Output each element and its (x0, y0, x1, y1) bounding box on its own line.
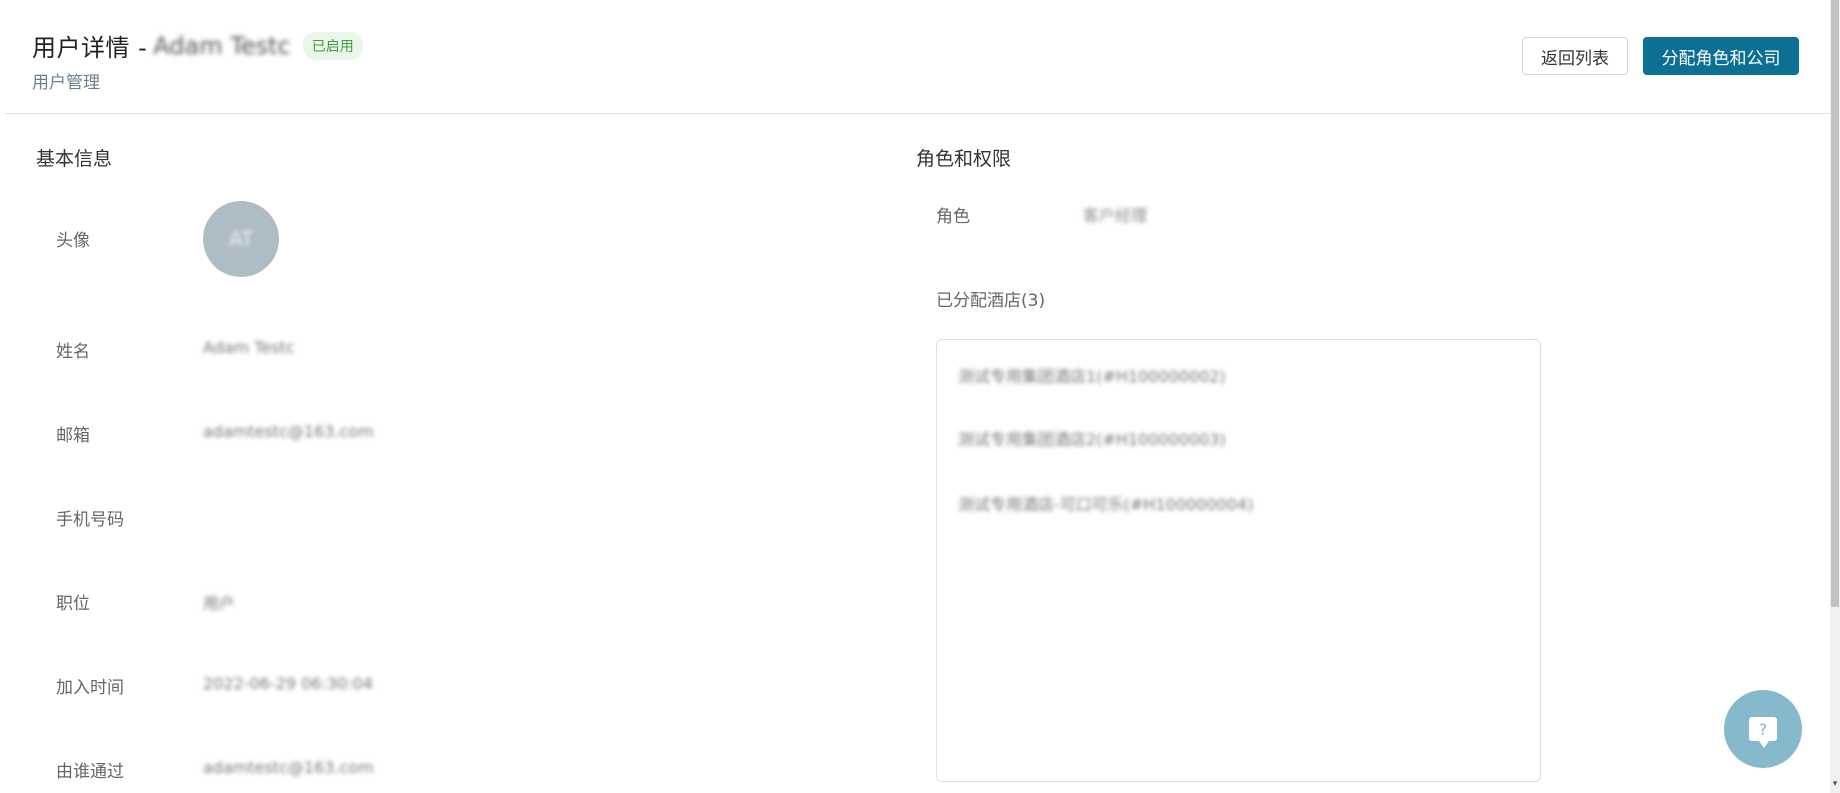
position-label: 职位 (56, 594, 90, 614)
basic-info-title: 基本信息 (36, 148, 113, 170)
breadcrumb[interactable]: 用户管理 (32, 68, 100, 93)
approved-by-label: 由谁通过 (56, 762, 124, 782)
email-value: adamtestc@163.com (203, 422, 374, 441)
role-label: 角色 (936, 207, 970, 227)
help-chat-icon: ? (1749, 717, 1777, 748)
avatar: AT (203, 201, 279, 277)
page-title-user-name: Adam Testc (153, 31, 291, 60)
name-value: Adam Testc (203, 338, 295, 357)
name-label: 姓名 (56, 342, 90, 362)
title-row: 用户详情 - Adam Testc 已启用 (32, 28, 363, 63)
join-time-label: 加入时间 (56, 678, 124, 698)
scroll-down-arrow-icon[interactable]: ▾ (1830, 779, 1840, 793)
list-item: 测试专用集团酒店1(#H100000002) (958, 367, 1226, 386)
list-item: 测试专用集团酒店2(#H100000003) (958, 430, 1226, 449)
help-icon-text: ? (1758, 719, 1768, 739)
help-button[interactable]: ? (1724, 690, 1802, 768)
assigned-hotels-list[interactable]: 测试专用集团酒店1(#H100000002) 测试专用集团酒店2(#H10000… (936, 339, 1541, 782)
approved-by-value: adamtestc@163.com (203, 758, 374, 777)
list-item: 测试专用酒店-可口可乐(#H100000004) (958, 495, 1254, 514)
avatar-label: 头像 (56, 231, 90, 251)
page-title: 用户详情 - (32, 34, 148, 62)
join-time-value: 2022-06-29 06:30:04 (203, 674, 373, 693)
scrollbar-thumb[interactable] (1831, 0, 1839, 607)
back-to-list-button[interactable]: 返回列表 (1522, 37, 1628, 75)
page-scrollbar[interactable]: ▾ (1830, 0, 1840, 793)
position-value: 用户 (203, 594, 236, 613)
user-detail-page: 用户详情 - Adam Testc 已启用 用户管理 返回列表 分配角色和公司 … (0, 0, 1840, 793)
email-label: 邮箱 (56, 426, 90, 446)
assigned-hotels-label: 已分配酒店(3) (936, 291, 1046, 311)
role-value: 客户经理 (1083, 206, 1148, 225)
assign-role-company-button[interactable]: 分配角色和公司 (1643, 37, 1799, 75)
status-badge: 已启用 (302, 31, 363, 60)
phone-label: 手机号码 (56, 510, 124, 530)
roles-title: 角色和权限 (916, 148, 1012, 170)
avatar-initials: AT (228, 227, 254, 251)
